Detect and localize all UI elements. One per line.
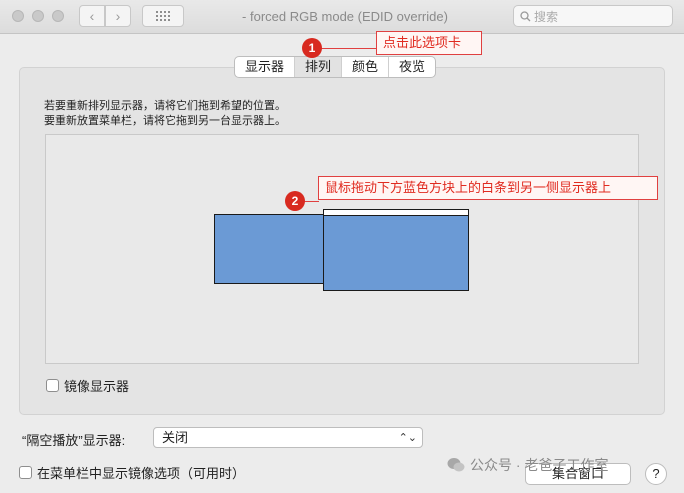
annotation-leader-2 [303, 201, 319, 202]
menu-bar-handle[interactable] [324, 210, 468, 216]
search-icon [520, 10, 531, 21]
arrangement-instructions: 若要重新排列显示器，请将它们拖到希望的位置。 要重新放置菜单栏，请将它拖到另一台… [44, 99, 286, 129]
window-title: - forced RGB mode (EDID override) [242, 9, 448, 24]
tab-bar: 显示器 排列 颜色 夜览 [234, 56, 437, 78]
display-main[interactable] [323, 209, 469, 291]
annotation-callout-2: 鼠标拖动下方蓝色方块上的白条到另一侧显示器上 [318, 176, 658, 200]
close-window-button[interactable] [12, 10, 24, 22]
chevron-right-icon: › [115, 8, 121, 24]
annotation-badge-1: 1 [302, 38, 322, 58]
title-bar: ‹ › - forced RGB mode (EDID override) 搜索 [0, 0, 684, 34]
forward-button[interactable]: › [105, 5, 131, 27]
menubar-mirror-option-row: 在菜单栏中显示镜像选项（可用时） [19, 463, 245, 482]
mirror-displays-row: 镜像显示器 [46, 376, 129, 395]
menubar-mirror-option-checkbox[interactable] [19, 466, 32, 479]
show-all-button[interactable] [142, 5, 184, 27]
back-button[interactable]: ‹ [79, 5, 105, 27]
display-secondary[interactable] [214, 214, 324, 284]
instruction-line-1: 若要重新排列显示器，请将它们拖到希望的位置。 [44, 100, 286, 112]
airplay-display-label: “隔空播放”显示器: [22, 433, 126, 448]
tab-night-shift[interactable]: 夜览 [389, 57, 435, 77]
tab-display[interactable]: 显示器 [235, 57, 296, 77]
watermark-text: 公众号 · 老爸子工作室 [470, 457, 609, 473]
airplay-display-value: 关闭 [162, 430, 189, 445]
tab-arrangement[interactable]: 排列 [295, 57, 343, 77]
watermark: 公众号 · 老爸子工作室 [447, 455, 608, 475]
chevron-left-icon: ‹ [89, 8, 95, 24]
zoom-window-button[interactable] [52, 10, 64, 22]
minimize-window-button[interactable] [32, 10, 44, 22]
menubar-mirror-option-label: 在菜单栏中显示镜像选项（可用时） [37, 466, 246, 481]
mirror-displays-checkbox[interactable] [46, 379, 59, 392]
mirror-displays-label: 镜像显示器 [64, 379, 130, 394]
search-placeholder: 搜索 [534, 9, 559, 24]
search-field[interactable]: 搜索 [513, 5, 673, 27]
annotation-callout-1: 点击此选项卡 [376, 31, 482, 55]
instruction-line-2: 要重新放置菜单栏，请将它拖到另一台显示器上。 [44, 115, 286, 127]
annotation-badge-2: 2 [285, 191, 305, 211]
wechat-icon [447, 458, 465, 472]
tab-color[interactable]: 颜色 [342, 57, 390, 77]
grid-icon [156, 11, 170, 21]
help-button[interactable]: ? [645, 463, 667, 485]
annotation-leader-1 [320, 48, 377, 49]
chevron-updown-icon: ⌃⌄ [398, 432, 417, 444]
airplay-display-select[interactable]: 关闭 ⌃⌄ [153, 427, 423, 448]
